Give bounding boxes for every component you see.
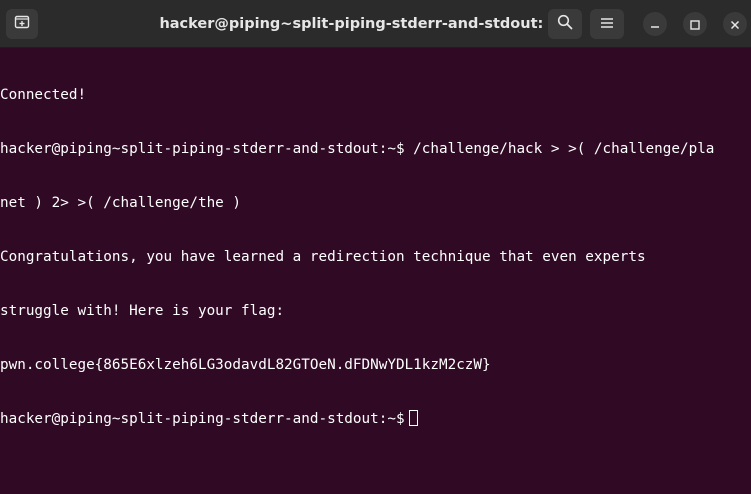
new-tab-icon	[14, 14, 30, 34]
maximize-button[interactable]	[683, 12, 707, 36]
prompt-line[interactable]: hacker@piping~split-piping-stderr-and-st…	[0, 410, 751, 428]
terminal-window: hacker@piping~split-piping-stderr-and-st…	[0, 0, 751, 494]
terminal-line: pwn.college{865E6xlzeh6LG3odavdL82GTOeN.…	[0, 357, 491, 373]
hamburger-menu-icon	[600, 15, 614, 34]
close-button[interactable]	[723, 12, 747, 36]
terminal-line: Connected!	[0, 87, 87, 103]
maximize-icon	[690, 15, 700, 34]
terminal-line: struggle with! Here is your flag:	[0, 303, 285, 319]
menu-button[interactable]	[590, 9, 624, 39]
terminal-line: hacker@piping~split-piping-stderr-and-st…	[0, 141, 715, 157]
close-icon	[730, 15, 740, 34]
shell-prompt: hacker@piping~split-piping-stderr-and-st…	[0, 411, 405, 427]
terminal-output[interactable]: Connected! hacker@piping~split-piping-st…	[0, 50, 751, 494]
text-cursor	[408, 410, 418, 426]
search-button[interactable]	[548, 9, 582, 39]
terminal-line: net ) 2> >( /challenge/the )	[0, 195, 242, 211]
minimize-button[interactable]	[643, 12, 667, 36]
search-icon	[557, 14, 573, 34]
title-bar: hacker@piping~split-piping-stderr-and-st…	[0, 0, 751, 48]
new-tab-button[interactable]	[6, 9, 38, 39]
terminal-line: Congratulations, you have learned a redi…	[0, 249, 646, 265]
window-title: hacker@piping~split-piping-stderr-and-st…	[159, 16, 561, 32]
minimize-icon	[650, 15, 660, 34]
